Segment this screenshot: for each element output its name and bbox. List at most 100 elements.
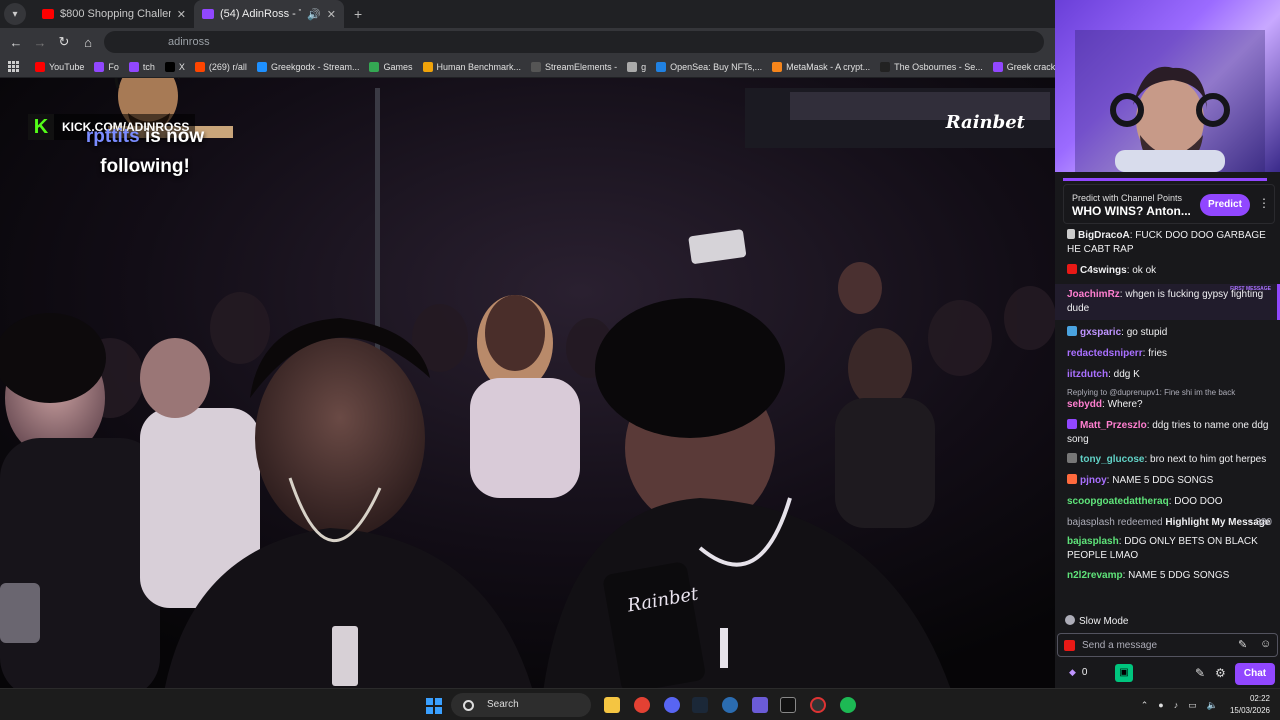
chat-username[interactable]: JoachimRz: [1067, 289, 1120, 300]
bookmark-item[interactable]: OpenSea: Buy NFTs,...: [656, 61, 762, 72]
chat-username[interactable]: n2l2revamp: [1067, 570, 1123, 581]
address-bar[interactable]: adinross: [104, 31, 1044, 53]
chat-username[interactable]: tony_glucose: [1080, 454, 1144, 465]
bookmark-item[interactable]: Greek cracked - Twi...: [992, 61, 1055, 72]
bookmark-label: Games: [383, 61, 413, 72]
chat-message[interactable]: iitzdutch: ddg K: [1055, 368, 1280, 382]
bookmark-item[interactable]: Human Benchmark...: [422, 61, 521, 72]
bookmark-item[interactable]: Games: [369, 61, 413, 72]
spotify-icon[interactable]: [840, 697, 856, 713]
apps-grid-icon[interactable]: [8, 60, 19, 73]
chat-username[interactable]: bajasplash: [1067, 536, 1119, 547]
close-icon[interactable]: ✕: [177, 8, 186, 21]
tab-twitch-active[interactable]: (54) AdinRoss - Twitch 🔊 ✕: [194, 0, 344, 28]
discord-icon[interactable]: [664, 697, 680, 713]
capcut-icon[interactable]: [780, 697, 796, 713]
chat-username[interactable]: pjnoy: [1080, 475, 1107, 486]
close-icon[interactable]: ✕: [327, 8, 336, 21]
app-icon[interactable]: [722, 697, 738, 713]
chat-username[interactable]: scoopgoatedattheraq: [1067, 496, 1169, 507]
tab-label: (54) AdinRoss - Twitch: [220, 8, 301, 20]
chat-text: : NAME 5 DDG SONGS: [1106, 475, 1214, 486]
reload-icon[interactable]: ↻: [52, 34, 76, 50]
chat-send-button[interactable]: Chat: [1235, 663, 1275, 685]
redemption-notice: bajasplash redeemed Highlight My Message…: [1055, 516, 1280, 530]
chat-message[interactable]: gxsparic: go stupid: [1055, 326, 1280, 340]
predict-button[interactable]: Predict: [1200, 194, 1250, 216]
chat-message[interactable]: pjnoy: NAME 5 DDG SONGS: [1055, 474, 1280, 488]
clock[interactable]: 02:22 15/03/2026: [1230, 693, 1270, 717]
rainbet-logo: Rainbet: [945, 112, 1025, 133]
chat-message[interactable]: redactedsniperr: fries: [1055, 347, 1280, 361]
chat-username[interactable]: iitzdutch: [1067, 369, 1108, 380]
channel-points[interactable]: 0: [1069, 667, 1088, 678]
pencil-icon[interactable]: ✎: [1195, 666, 1205, 680]
more-options-icon[interactable]: ⋮: [1258, 196, 1270, 210]
chat-message[interactable]: scoopgoatedattheraq: DOO DOO: [1055, 495, 1280, 509]
emote-icon[interactable]: ☺: [1260, 638, 1271, 650]
chat-message[interactable]: sebydd: Where?: [1055, 398, 1280, 412]
prediction-card[interactable]: Predict with Channel Points WHO WINS? An…: [1063, 184, 1275, 224]
chat-input[interactable]: [1082, 637, 1232, 654]
follower-name: rpttits: [85, 126, 140, 147]
back-icon[interactable]: ←: [4, 35, 28, 50]
obs-icon[interactable]: [810, 697, 826, 713]
tab-youtube[interactable]: $800 Shopping Challenge Sai ✕: [34, 0, 194, 28]
chat-input-box[interactable]: ✎ ☺: [1057, 633, 1278, 657]
steam-icon[interactable]: [692, 697, 708, 713]
bookmark-label: YouTube: [49, 61, 85, 72]
file-explorer-icon[interactable]: [604, 697, 620, 713]
microphone-icon[interactable]: ♪: [1174, 700, 1179, 710]
youtube-favicon-icon: [42, 9, 54, 19]
bookmark-item[interactable]: g: [627, 61, 646, 72]
new-tab-button[interactable]: +: [354, 6, 362, 22]
chat-username[interactable]: BigDracoA: [1078, 230, 1130, 241]
tab-search-button[interactable]: ▾: [4, 3, 26, 25]
chat-message-list: BigDracoA: FUCK DOO DOO GARBAGE HE CABT …: [1055, 228, 1280, 583]
bookmark-item[interactable]: X: [164, 61, 185, 72]
chat-username[interactable]: Matt_Przeszlo: [1080, 420, 1147, 431]
hype-icon[interactable]: ✎: [1238, 638, 1247, 651]
bookmark-item[interactable]: Fo: [94, 61, 119, 72]
reply-context[interactable]: Replying to @duprenupv1: Fine shi im the…: [1055, 388, 1280, 397]
speaker-icon[interactable]: 🔊: [307, 8, 321, 21]
chat-message[interactable]: n2l2revamp: NAME 5 DDG SONGS: [1055, 569, 1280, 583]
chat-message[interactable]: C4swings: ok ok: [1055, 264, 1280, 278]
app-tray-icon[interactable]: ●: [1158, 700, 1163, 710]
browser-toolbar: ← → ↻ ⌂ adinross: [0, 28, 1055, 56]
forward-icon[interactable]: →: [28, 35, 52, 50]
chat-message[interactable]: tony_glucose: bro next to him got herpes: [1055, 453, 1280, 467]
chat-message[interactable]: bajasplash: DDG ONLY BETS ON BLACK PEOPL…: [1055, 535, 1280, 563]
calculator-icon[interactable]: [752, 697, 768, 713]
chrome-icon[interactable]: [634, 697, 650, 713]
bookmark-item[interactable]: StreamElements -: [531, 61, 618, 72]
bookmark-item[interactable]: YouTube: [35, 61, 85, 72]
chat-username[interactable]: sebydd: [1067, 399, 1102, 410]
chevron-up-icon[interactable]: ⌃: [1141, 700, 1149, 711]
bonus-chest-icon[interactable]: ▣: [1115, 664, 1133, 682]
chat-message[interactable]: Matt_Przeszlo: ddg tries to name one ddg…: [1055, 419, 1280, 447]
bookmark-favicon-icon: [992, 61, 1003, 72]
chat-message-first[interactable]: FIRST MESSAGE JoachimRz: whgen is fucking…: [1055, 284, 1280, 320]
redeem-user[interactable]: bajasplash: [1067, 517, 1115, 528]
chat-username[interactable]: redactedsniperr: [1067, 348, 1143, 359]
chat-username[interactable]: C4swings: [1080, 265, 1127, 276]
bookmark-item[interactable]: The Osbournes - Se...: [880, 61, 983, 72]
bookmark-favicon-icon: [35, 61, 45, 72]
bookmark-item[interactable]: (269) r/all: [194, 61, 247, 72]
chat-text: : fries: [1142, 348, 1168, 359]
bookmark-item[interactable]: Greekgodx - Stream...: [256, 61, 359, 72]
chat-username[interactable]: gxsparic: [1080, 327, 1121, 338]
gear-icon[interactable]: ⚙: [1215, 666, 1226, 680]
taskbar-search[interactable]: Search: [451, 693, 591, 717]
stream-video[interactable]: Rainbet Rainbet K KICK.COM/ADINROSS rptt…: [0, 78, 1055, 688]
volume-icon[interactable]: 🔈: [1207, 700, 1218, 711]
bookmark-item[interactable]: tch: [128, 61, 155, 72]
bookmark-label: StreamElements -: [545, 61, 618, 72]
home-icon[interactable]: ⌂: [76, 35, 100, 50]
monitor-icon[interactable]: ▭: [1188, 700, 1197, 711]
bookmark-item[interactable]: MetaMask - A crypt...: [772, 61, 870, 72]
bookmark-label: Fo: [108, 61, 119, 72]
chat-message[interactable]: BigDracoA: FUCK DOO DOO GARBAGE HE CABT …: [1055, 229, 1280, 257]
windows-start-icon[interactable]: [426, 698, 442, 714]
